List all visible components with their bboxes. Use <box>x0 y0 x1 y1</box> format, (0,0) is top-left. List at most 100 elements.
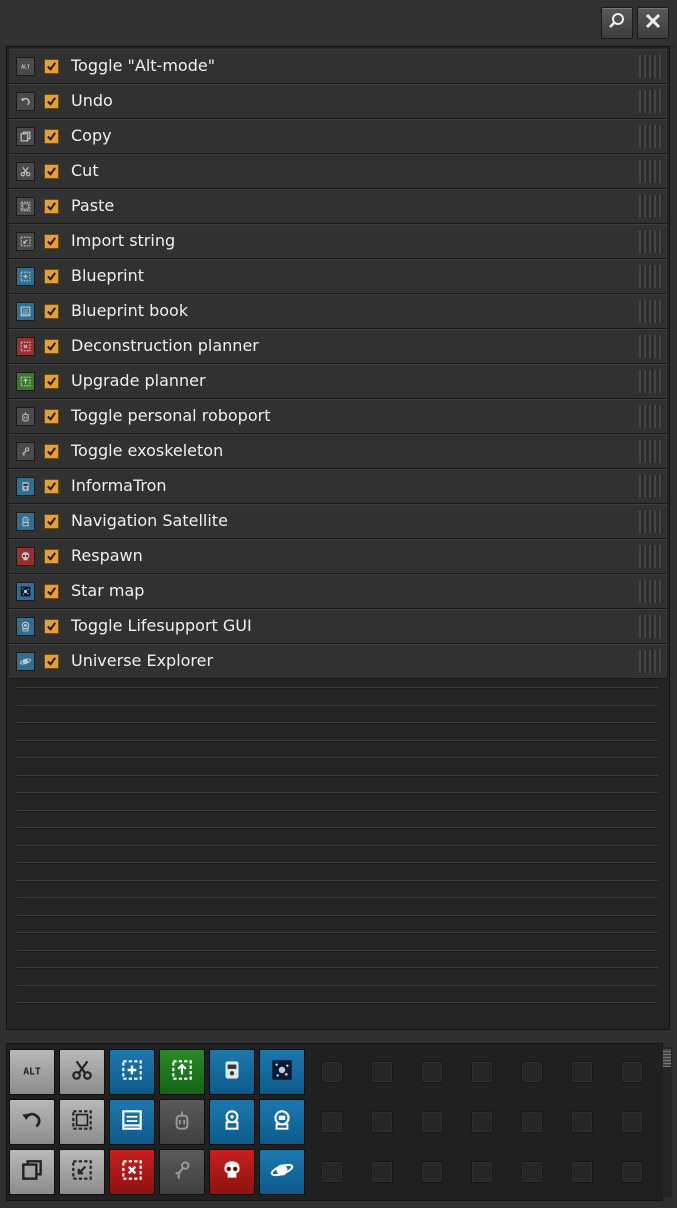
quickbar-slot[interactable] <box>9 1099 55 1145</box>
quickbar-scrollbar[interactable] <box>662 1047 672 1197</box>
shortcut-row[interactable]: InformaTron <box>9 469 667 504</box>
shortcut-enabled-checkbox[interactable] <box>44 619 59 634</box>
drag-handle[interactable] <box>639 545 663 568</box>
shortcut-row[interactable]: Navigation Satellite <box>9 504 667 539</box>
empty-quickbar-slot[interactable] <box>571 1161 593 1183</box>
shortcut-row[interactable]: ALT Toggle "Alt-mode" <box>9 49 667 84</box>
empty-quickbar-slot[interactable] <box>521 1061 543 1083</box>
empty-quickbar-slot[interactable] <box>421 1111 443 1133</box>
shortcut-row[interactable]: Upgrade planner <box>9 364 667 399</box>
shortcut-enabled-checkbox[interactable] <box>44 129 59 144</box>
quickbar-slot[interactable] <box>259 1149 305 1195</box>
drag-handle[interactable] <box>639 265 663 288</box>
shortcut-row[interactable]: Toggle Lifesupport GUI <box>9 609 667 644</box>
quickbar-slot[interactable] <box>109 1149 155 1195</box>
shortcut-row[interactable]: Blueprint <box>9 259 667 294</box>
drag-handle[interactable] <box>639 475 663 498</box>
quickbar-slot[interactable] <box>159 1099 205 1145</box>
empty-quickbar-slot[interactable] <box>571 1111 593 1133</box>
close-button[interactable] <box>637 7 669 39</box>
drag-handle[interactable] <box>639 650 663 673</box>
empty-quickbar-slot[interactable] <box>471 1161 493 1183</box>
shortcut-label: Undo <box>71 91 113 110</box>
shortcut-enabled-checkbox[interactable] <box>44 444 59 459</box>
empty-quickbar-slot[interactable] <box>321 1111 343 1133</box>
quickbar-slot[interactable] <box>209 1099 255 1145</box>
quickbar-slot[interactable] <box>259 1099 305 1145</box>
shortcut-enabled-checkbox[interactable] <box>44 199 59 214</box>
drag-handle[interactable] <box>639 335 663 358</box>
empty-row-divider <box>17 774 658 776</box>
drag-handle[interactable] <box>639 230 663 253</box>
scrollbar-thumb[interactable] <box>663 1049 671 1067</box>
drag-handle[interactable] <box>639 55 663 78</box>
shortcut-enabled-checkbox[interactable] <box>44 339 59 354</box>
empty-quickbar-slot[interactable] <box>521 1111 543 1133</box>
drag-handle[interactable] <box>639 160 663 183</box>
shortcut-row[interactable]: Deconstruction planner <box>9 329 667 364</box>
shortcut-row[interactable]: Import string <box>9 224 667 259</box>
shortcut-enabled-checkbox[interactable] <box>44 164 59 179</box>
shortcut-enabled-checkbox[interactable] <box>44 234 59 249</box>
shortcut-enabled-checkbox[interactable] <box>44 304 59 319</box>
quickbar-slot[interactable] <box>59 1049 105 1095</box>
empty-quickbar-slot[interactable] <box>521 1161 543 1183</box>
shortcut-row[interactable]: Toggle personal roboport <box>9 399 667 434</box>
shortcut-enabled-checkbox[interactable] <box>44 584 59 599</box>
empty-quickbar-slot[interactable] <box>471 1111 493 1133</box>
quickbar-slot[interactable] <box>209 1049 255 1095</box>
quickbar-slot[interactable]: ALT <box>9 1049 55 1095</box>
empty-quickbar-slot[interactable] <box>571 1061 593 1083</box>
drag-handle[interactable] <box>639 510 663 533</box>
shortcut-row[interactable]: Paste <box>9 189 667 224</box>
shortcut-enabled-checkbox[interactable] <box>44 374 59 389</box>
drag-handle[interactable] <box>639 405 663 428</box>
drag-handle[interactable] <box>639 195 663 218</box>
quickbar-slot[interactable] <box>59 1099 105 1145</box>
empty-quickbar-slot[interactable] <box>621 1161 643 1183</box>
shortcut-enabled-checkbox[interactable] <box>44 549 59 564</box>
shortcut-row[interactable]: Undo <box>9 84 667 119</box>
empty-quickbar-slot[interactable] <box>371 1111 393 1133</box>
drag-handle[interactable] <box>639 300 663 323</box>
quickbar-slot[interactable] <box>159 1149 205 1195</box>
drag-handle[interactable] <box>639 580 663 603</box>
shortcut-row[interactable]: Toggle exoskeleton <box>9 434 667 469</box>
empty-quickbar-slot[interactable] <box>621 1111 643 1133</box>
shortcut-row[interactable]: Universe Explorer <box>9 644 667 679</box>
empty-quickbar-slot[interactable] <box>371 1161 393 1183</box>
empty-quickbar-slot[interactable] <box>371 1061 393 1083</box>
quickbar-slot[interactable] <box>109 1049 155 1095</box>
empty-quickbar-slot[interactable] <box>621 1061 643 1083</box>
shortcut-enabled-checkbox[interactable] <box>44 654 59 669</box>
shortcut-enabled-checkbox[interactable] <box>44 59 59 74</box>
shortcut-enabled-checkbox[interactable] <box>44 269 59 284</box>
drag-handle[interactable] <box>639 125 663 148</box>
shortcut-enabled-checkbox[interactable] <box>44 94 59 109</box>
shortcut-enabled-checkbox[interactable] <box>44 409 59 424</box>
quickbar-slot[interactable] <box>209 1149 255 1195</box>
shortcut-enabled-checkbox[interactable] <box>44 514 59 529</box>
search-button[interactable] <box>601 7 633 39</box>
shortcut-list[interactable]: ALT Toggle "Alt-mode" Undo Copy Cut Paste Impo… <box>6 46 670 1030</box>
drag-handle[interactable] <box>639 440 663 463</box>
shortcut-row[interactable]: Star map <box>9 574 667 609</box>
empty-quickbar-slot[interactable] <box>421 1061 443 1083</box>
shortcut-row[interactable]: Cut <box>9 154 667 189</box>
drag-handle[interactable] <box>639 615 663 638</box>
drag-handle[interactable] <box>639 90 663 113</box>
quickbar-slot[interactable] <box>9 1149 55 1195</box>
quickbar-slot[interactable] <box>109 1099 155 1145</box>
quickbar-slot[interactable] <box>259 1049 305 1095</box>
shortcut-row[interactable]: Blueprint book <box>9 294 667 329</box>
shortcut-row[interactable]: Copy <box>9 119 667 154</box>
empty-quickbar-slot[interactable] <box>471 1061 493 1083</box>
shortcut-row[interactable]: Respawn <box>9 539 667 574</box>
quickbar-slot[interactable] <box>159 1049 205 1095</box>
empty-quickbar-slot[interactable] <box>421 1161 443 1183</box>
shortcut-enabled-checkbox[interactable] <box>44 479 59 494</box>
quickbar-slot[interactable] <box>59 1149 105 1195</box>
empty-quickbar-slot[interactable] <box>321 1161 343 1183</box>
empty-quickbar-slot[interactable] <box>321 1061 343 1083</box>
drag-handle[interactable] <box>639 370 663 393</box>
